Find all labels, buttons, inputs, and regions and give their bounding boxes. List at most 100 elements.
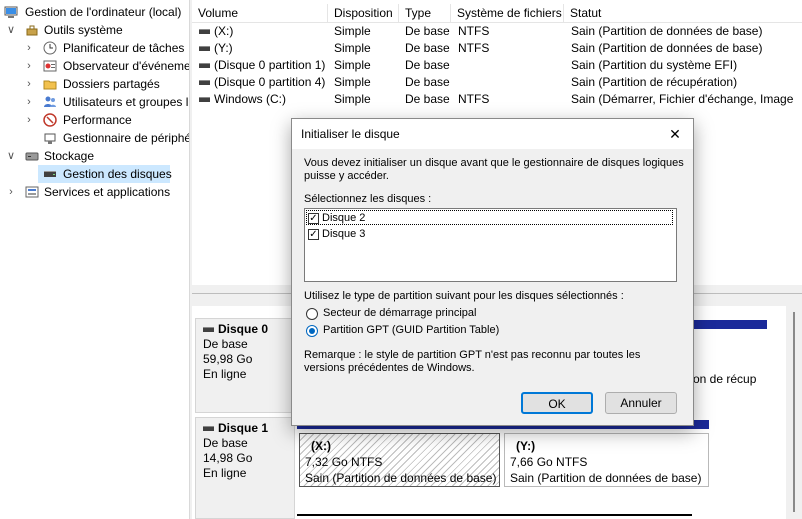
dialog-intro: Vous devez initialiser un disque avant q…: [304, 157, 684, 182]
cell-type: De base: [405, 58, 450, 72]
cell-type: De base: [405, 24, 450, 38]
tree-item-event-viewer[interactable]: › Observateur d'événeme: [0, 57, 189, 75]
list-item-disk3[interactable]: ✓ Disque 3: [308, 228, 668, 243]
tree-item-label: Planificateur de tâches: [63, 41, 185, 55]
partition-name: (Y:): [516, 439, 536, 453]
cell-layout: Simple: [334, 24, 371, 38]
cell-volume: (Disque 0 partition 4): [214, 75, 326, 89]
list-item-disk2[interactable]: ✓ Disque 2: [308, 212, 668, 227]
chevron-right-icon[interactable]: ›: [22, 111, 36, 129]
tree-item-label: Gestion de l'ordinateur (local): [25, 5, 182, 19]
cell-filesystem: NTFS: [458, 24, 490, 38]
column-header-status[interactable]: Statut: [564, 4, 802, 22]
scrollbar[interactable]: [786, 306, 802, 519]
chevron-right-icon[interactable]: ›: [22, 75, 36, 93]
tree-item-shared-folders[interactable]: › Dossiers partagés: [0, 75, 189, 93]
option-gpt[interactable]: Partition GPT (GUID Partition Table): [306, 324, 666, 339]
tree-item-services-applications[interactable]: › Services et applications: [0, 183, 189, 201]
cell-status: Sain (Partition du système EFI): [571, 58, 738, 72]
cell-volume: (Disque 0 partition 1): [214, 58, 326, 72]
performance-icon: [43, 113, 57, 127]
cell-filesystem: NTFS: [458, 92, 490, 106]
chevron-right-icon[interactable]: ›: [22, 93, 36, 111]
disk-label-disk1[interactable]: Disque 1 De base 14,98 Go En ligne: [195, 417, 295, 519]
tree-item-task-scheduler[interactable]: › Planificateur de tâches: [0, 39, 189, 57]
disk-state: En ligne: [203, 367, 247, 381]
chevron-right-icon[interactable]: ›: [22, 57, 36, 75]
partition-size: 7,66 Go NTFS: [510, 455, 588, 469]
radio-mbr[interactable]: [306, 308, 318, 320]
partition-status: Sain (Partition de données de base): [305, 471, 497, 485]
column-header-volume[interactable]: Volume: [192, 4, 328, 22]
table-row[interactable]: (Y:) Simple De base NTFS Sain (Partition…: [192, 40, 802, 57]
column-header-layout[interactable]: Disposition: [328, 4, 399, 22]
volume-icon: [199, 80, 210, 85]
tree-item-performance[interactable]: › Performance: [0, 111, 189, 129]
column-header-filesystem[interactable]: Système de fichiers: [451, 4, 564, 22]
tree-item-disk-management[interactable]: Gestion des disques: [38, 165, 172, 183]
cell-type: De base: [405, 75, 450, 89]
cell-layout: Simple: [334, 75, 371, 89]
disk-selection-list[interactable]: ✓ Disque 2 ✓ Disque 3: [304, 208, 677, 282]
tree-item-computer-management[interactable]: Gestion de l'ordinateur (local): [4, 3, 189, 21]
tree-item-system-tools[interactable]: ∨ Outils système: [0, 21, 189, 39]
volume-icon: [199, 29, 210, 34]
dialog-title-bar: Initialiser le disque ✕: [292, 119, 693, 149]
tree-item-storage[interactable]: ∨ Stockage: [0, 147, 189, 165]
chevron-down-icon[interactable]: ∨: [4, 21, 18, 39]
cell-status: Sain (Démarrer, Fichier d'échange, Image: [571, 92, 794, 106]
device-manager-icon: [43, 131, 57, 145]
next-disk-bar: [297, 514, 692, 516]
tree-item-label: Dossiers partagés: [63, 77, 160, 91]
tree-item-label: Observateur d'événeme: [63, 59, 190, 73]
scrollbar-thumb[interactable]: [793, 312, 795, 512]
tree-item-label: Gestion des disques: [63, 167, 172, 181]
tree-item-device-manager[interactable]: Gestionnaire de périphé: [0, 129, 189, 147]
volume-icon: [199, 46, 210, 51]
volume-icon: [199, 63, 210, 68]
gpt-note: Remarque : le style de partition GPT n'e…: [304, 349, 641, 374]
radio-gpt[interactable]: [306, 325, 318, 337]
option-mbr-label: Secteur de démarrage principal: [323, 307, 477, 319]
tree-item-local-users-groups[interactable]: › Utilisateurs et groupes l: [0, 93, 189, 111]
column-header-type[interactable]: Type: [399, 4, 451, 22]
table-row[interactable]: Windows (C:) Simple De base NTFS Sain (D…: [192, 91, 802, 108]
storage-icon: [25, 149, 39, 163]
close-icon[interactable]: ✕: [664, 123, 686, 145]
cancel-button[interactable]: Annuler: [605, 392, 677, 414]
disk3-label: Disque 3: [322, 228, 366, 240]
cell-status: Sain (Partition de données de base): [571, 24, 763, 38]
disk-size: 14,98 Go: [203, 451, 253, 465]
cell-layout: Simple: [334, 41, 371, 55]
table-row[interactable]: (X:) Simple De base NTFS Sain (Partition…: [192, 23, 802, 40]
ok-button[interactable]: OK: [521, 392, 593, 414]
tree-item-label: Outils système: [44, 23, 123, 37]
chevron-right-icon[interactable]: ›: [22, 39, 36, 57]
disk-icon: [203, 426, 214, 431]
volume-icon: [199, 97, 210, 102]
disk-label-disk0[interactable]: Disque 0 De base 59,98 Go En ligne: [195, 318, 295, 413]
checkbox-disk2[interactable]: ✓: [308, 213, 319, 224]
tree-item-label: Utilisateurs et groupes l: [63, 95, 189, 109]
cell-layout: Simple: [334, 92, 371, 106]
table-row[interactable]: (Disque 0 partition 1) Simple De base Sa…: [192, 57, 802, 74]
partition-size: 7,32 Go NTFS: [305, 455, 383, 469]
partition-y[interactable]: (Y:) 7,66 Go NTFS Sain (Partition de don…: [504, 433, 709, 487]
option-mbr[interactable]: Secteur de démarrage principal: [306, 307, 666, 322]
initialize-disk-dialog: Initialiser le disque ✕ Vous devez initi…: [291, 118, 694, 426]
checkbox-disk3[interactable]: ✓: [308, 229, 319, 240]
select-disks-label: Sélectionnez les disques :: [304, 193, 432, 205]
cell-volume: Windows (C:): [214, 92, 287, 106]
cell-status: Sain (Partition de données de base): [571, 41, 763, 55]
cell-type: De base: [405, 92, 450, 106]
tree-item-label: Stockage: [44, 149, 95, 163]
chevron-right-icon[interactable]: ›: [4, 183, 18, 201]
partition-x[interactable]: (X:) 7,32 Go NTFS Sain (Partition de don…: [299, 433, 500, 487]
tree-item-label: Gestionnaire de périphé: [63, 131, 190, 145]
table-row[interactable]: (Disque 0 partition 4) Simple De base Sa…: [192, 74, 802, 91]
disk-state: En ligne: [203, 466, 247, 480]
cell-layout: Simple: [334, 58, 371, 72]
disk-management-icon: [43, 167, 57, 181]
chevron-down-icon[interactable]: ∨: [4, 147, 18, 165]
partition-name: (X:): [311, 439, 331, 453]
